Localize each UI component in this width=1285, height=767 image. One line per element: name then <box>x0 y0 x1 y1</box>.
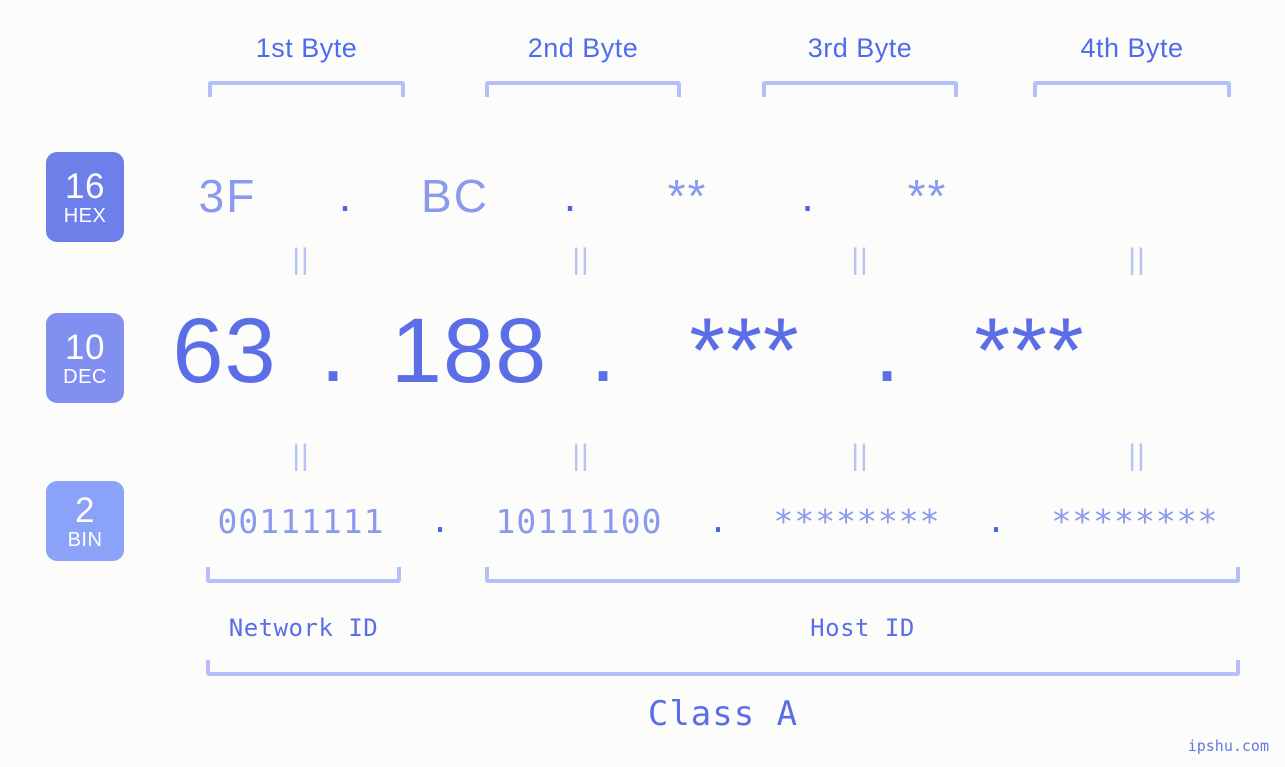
dec-byte-4: *** <box>974 300 1085 402</box>
base-badge-dec-number: 10 <box>65 327 105 367</box>
base-badge-hex-number: 16 <box>65 166 105 206</box>
dec-dot-1: . <box>320 299 346 402</box>
equals-separator-dec-bin-1: || <box>292 439 310 472</box>
base-badge-hex-abbr: HEX <box>63 204 107 227</box>
network-id-bracket <box>206 567 401 583</box>
equals-separator-hex-dec-2: || <box>572 243 590 276</box>
dec-dot-3: . <box>874 299 900 402</box>
equals-separator-hex-dec-3: || <box>851 243 869 276</box>
class-bracket <box>206 660 1240 676</box>
dec-byte-3: *** <box>689 300 800 402</box>
dec-byte-2: 188 <box>390 300 548 402</box>
hex-dot-1: . <box>338 169 352 222</box>
byte-bracket-4 <box>1033 81 1231 97</box>
bin-byte-3: ******** <box>773 501 941 541</box>
ip-byte-breakdown-diagram: 1st Byte 2nd Byte 3rd Byte 4th Byte 16 H… <box>0 0 1285 767</box>
byte-bracket-2 <box>485 81 681 97</box>
bin-byte-1: 00111111 <box>217 501 385 541</box>
equals-separator-hex-dec-1: || <box>292 243 310 276</box>
dec-byte-1: 63 <box>172 300 277 402</box>
hex-value-row: 3F . BC . ** . ** <box>150 148 1285 244</box>
base-badge-bin-number: 2 <box>75 490 95 530</box>
hex-dot-3: . <box>801 169 814 222</box>
base-badge-bin: 2 BIN <box>46 481 124 561</box>
equals-separator-dec-bin-4: || <box>1128 439 1146 472</box>
base-badge-bin-abbr: BIN <box>67 528 103 551</box>
hex-byte-4: ** <box>907 170 948 222</box>
equals-separator-dec-bin-2: || <box>572 439 590 472</box>
network-id-label: Network ID <box>228 614 379 642</box>
bin-dot-2: . <box>708 500 728 540</box>
byte-header-2: 2nd Byte <box>527 33 639 63</box>
bin-byte-2: 10111100 <box>495 501 663 541</box>
host-id-label: Host ID <box>810 614 915 642</box>
bin-byte-4: ******** <box>1051 501 1219 541</box>
base-badge-dec-abbr: DEC <box>63 365 107 388</box>
dec-dot-2: . <box>590 299 616 402</box>
byte-bracket-1 <box>208 81 405 97</box>
hex-dot-2: . <box>563 169 577 222</box>
bin-dot-3: . <box>986 500 1006 540</box>
site-watermark: ipshu.com <box>1187 737 1269 755</box>
bin-dot-1: . <box>430 500 450 540</box>
byte-header-1: 1st Byte <box>255 33 358 63</box>
hex-byte-2: BC <box>421 170 489 222</box>
base-badge-hex: 16 HEX <box>46 152 124 242</box>
dec-value-row: 63 . 188 . *** . *** <box>150 292 1285 410</box>
hex-byte-1: 3F <box>198 170 257 222</box>
class-label: Class A <box>647 694 799 734</box>
bin-value-row: 00111111 . 10111100 . ******** . *******… <box>150 490 1285 552</box>
equals-separator-hex-dec-4: || <box>1128 243 1146 276</box>
equals-separator-dec-bin-3: || <box>851 439 869 472</box>
byte-header-3: 3rd Byte <box>807 33 913 63</box>
byte-header-4: 4th Byte <box>1080 33 1184 63</box>
base-badge-dec: 10 DEC <box>46 313 124 403</box>
host-id-bracket <box>485 567 1240 583</box>
hex-byte-3: ** <box>667 170 708 222</box>
byte-bracket-3 <box>762 81 958 97</box>
